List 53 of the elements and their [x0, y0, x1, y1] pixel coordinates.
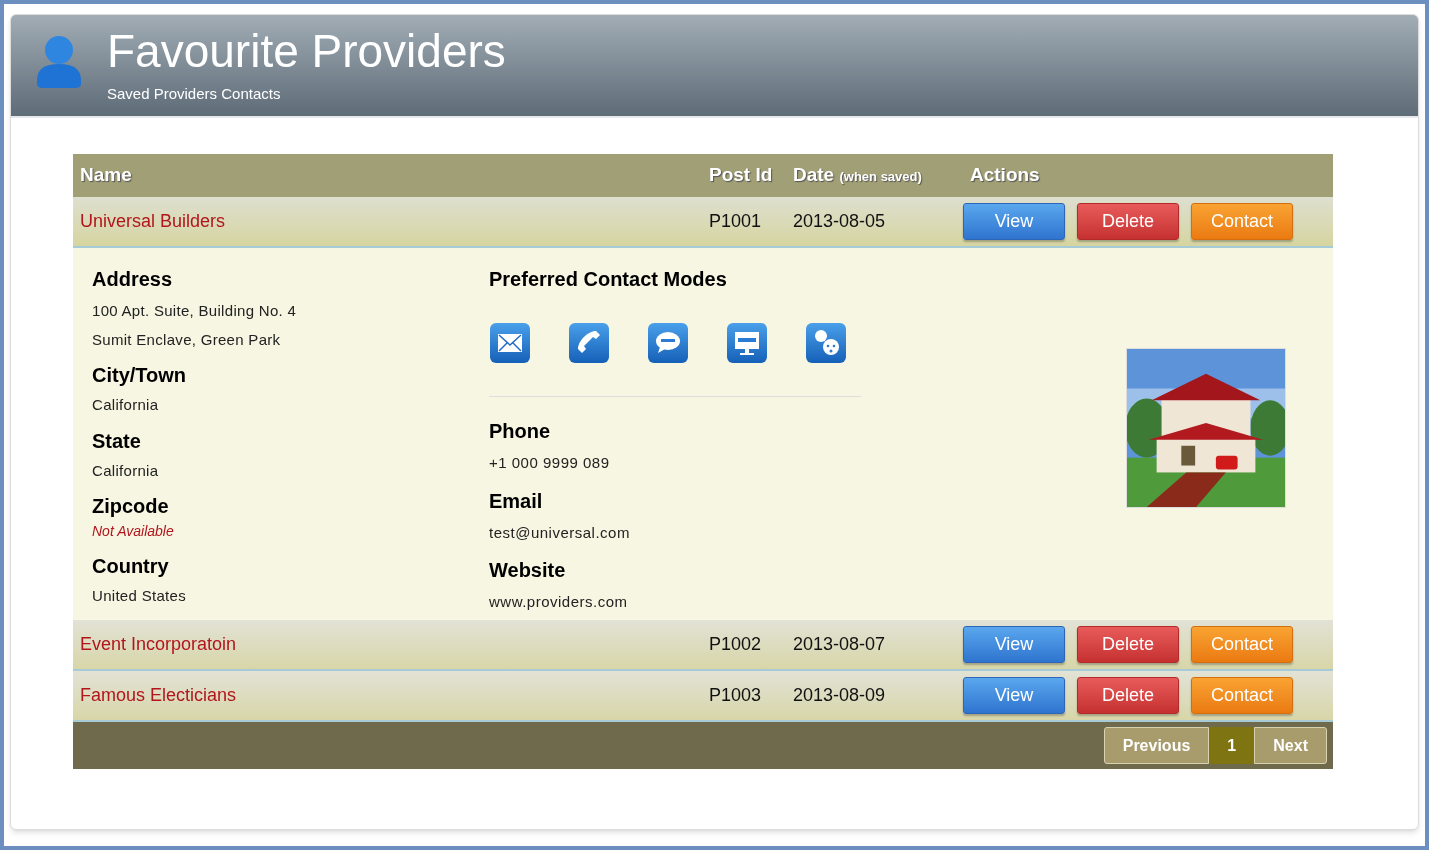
field-label: Address [92, 267, 174, 292]
post-id: P1002 [708, 633, 763, 656]
view-button[interactable]: View [963, 677, 1065, 714]
address-line: Sumit Enclave, Green Park [92, 329, 282, 350]
field-value: California [92, 395, 160, 415]
provider-name[interactable]: Event Incorporatoin [73, 631, 702, 658]
phone-icon [568, 322, 610, 364]
saved-date: 2013-08-05 [792, 210, 887, 233]
field-label: Email [489, 488, 544, 514]
field-value: +1 000 9999 089 [489, 453, 611, 473]
provider-name[interactable]: Famous Electicians [73, 682, 702, 709]
section-title: Preferred Contact Modes [489, 267, 728, 292]
field-value: test@universal.com [489, 522, 631, 543]
table-row[interactable]: Event Incorporatoin P1002 2013-08-07 View Delete Contact [73, 620, 1333, 671]
field-value: Not Available [92, 522, 175, 541]
envelope-icon [489, 322, 531, 364]
field-label: City/Town [92, 363, 188, 388]
delete-button[interactable]: Delete [1077, 203, 1179, 240]
field-value: www.providers.com [489, 592, 629, 612]
column-header: Name [79, 163, 133, 188]
post-id: P1003 [708, 684, 763, 707]
table-row[interactable]: Universal Builders P1001 2013-08-05 View Delete Contact [73, 197, 1333, 248]
contact-button[interactable]: Contact [1191, 203, 1293, 240]
provider-name[interactable]: Universal Builders [73, 208, 702, 235]
table-row[interactable]: Famous Electicians P1003 2013-08-09 View Delete Contact [73, 671, 1333, 722]
field-value: United States [92, 586, 187, 606]
page-title: Favourite Providers [107, 25, 506, 77]
field-label: Phone [489, 419, 552, 444]
sms-icon [647, 322, 689, 364]
field-label: Zipcode [92, 494, 170, 519]
delete-button[interactable]: Delete [1077, 626, 1179, 663]
previous-button[interactable]: Previous [1103, 727, 1210, 764]
saved-date: 2013-08-07 [792, 633, 887, 656]
view-button[interactable]: View [963, 203, 1065, 240]
view-button[interactable]: View [963, 626, 1065, 663]
saved-date: 2013-08-09 [792, 684, 887, 707]
page-button[interactable]: 1 [1209, 727, 1255, 764]
field-value: California [92, 460, 160, 481]
column-header: Post Id [708, 163, 774, 188]
next-button[interactable]: Next [1254, 727, 1327, 764]
contact-button[interactable]: Contact [1191, 677, 1293, 714]
contact-button[interactable]: Contact [1191, 626, 1293, 663]
field-label: Website [489, 558, 567, 583]
column-header: Date (when saved) [792, 163, 923, 188]
post-id: P1001 [708, 210, 763, 233]
field-label: State [92, 428, 142, 454]
chat-icon [805, 322, 847, 364]
field-label: Country [92, 554, 170, 579]
column-header: Actions [969, 163, 1040, 188]
monitor-icon [726, 322, 768, 364]
delete-button[interactable]: Delete [1077, 677, 1179, 714]
page-subtitle: Saved Providers Contacts [107, 84, 282, 104]
address-line: 100 Apt. Suite, Building No. 4 [92, 301, 298, 321]
